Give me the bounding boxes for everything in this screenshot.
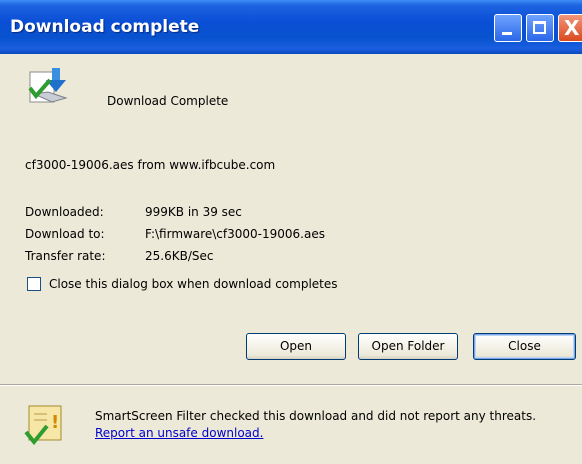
download-complete-heading: Download Complete	[107, 94, 229, 108]
svg-text:!: !	[51, 412, 59, 433]
divider	[0, 384, 582, 386]
transfer-rate-label: Transfer rate:	[25, 249, 106, 263]
smartscreen-shield-icon: !	[24, 405, 62, 446]
report-unsafe-download-link[interactable]: Report an unsafe download.	[95, 426, 263, 440]
transfer-rate-value: 25.6KB/Sec	[145, 249, 214, 263]
download-to-value: F:\firmware\cf3000-19006.aes	[145, 227, 325, 241]
close-window-button[interactable]: X	[558, 14, 582, 42]
smartscreen-message: SmartScreen Filter checked this download…	[95, 408, 565, 442]
window-title: Download complete	[10, 17, 200, 37]
close-button[interactable]: Close	[473, 333, 576, 360]
minimize-button[interactable]	[494, 14, 522, 42]
open-folder-button[interactable]: Open Folder	[358, 333, 458, 360]
downloaded-value: 999KB in 39 sec	[145, 205, 242, 219]
maximize-button[interactable]	[526, 14, 554, 42]
downloaded-label: Downloaded:	[25, 205, 104, 219]
close-icon: X	[564, 16, 580, 40]
close-when-complete-checkbox[interactable]	[27, 277, 41, 291]
download-complete-icon	[28, 68, 68, 103]
smartscreen-text: SmartScreen Filter checked this download…	[95, 409, 537, 423]
close-when-complete-label[interactable]: Close this dialog box when download comp…	[49, 277, 338, 291]
open-button[interactable]: Open	[246, 333, 346, 360]
download-source: cf3000-19006.aes from www.ifbcube.com	[25, 158, 276, 172]
download-to-label: Download to:	[25, 227, 105, 241]
title-bar[interactable]: Download complete X	[0, 0, 582, 54]
